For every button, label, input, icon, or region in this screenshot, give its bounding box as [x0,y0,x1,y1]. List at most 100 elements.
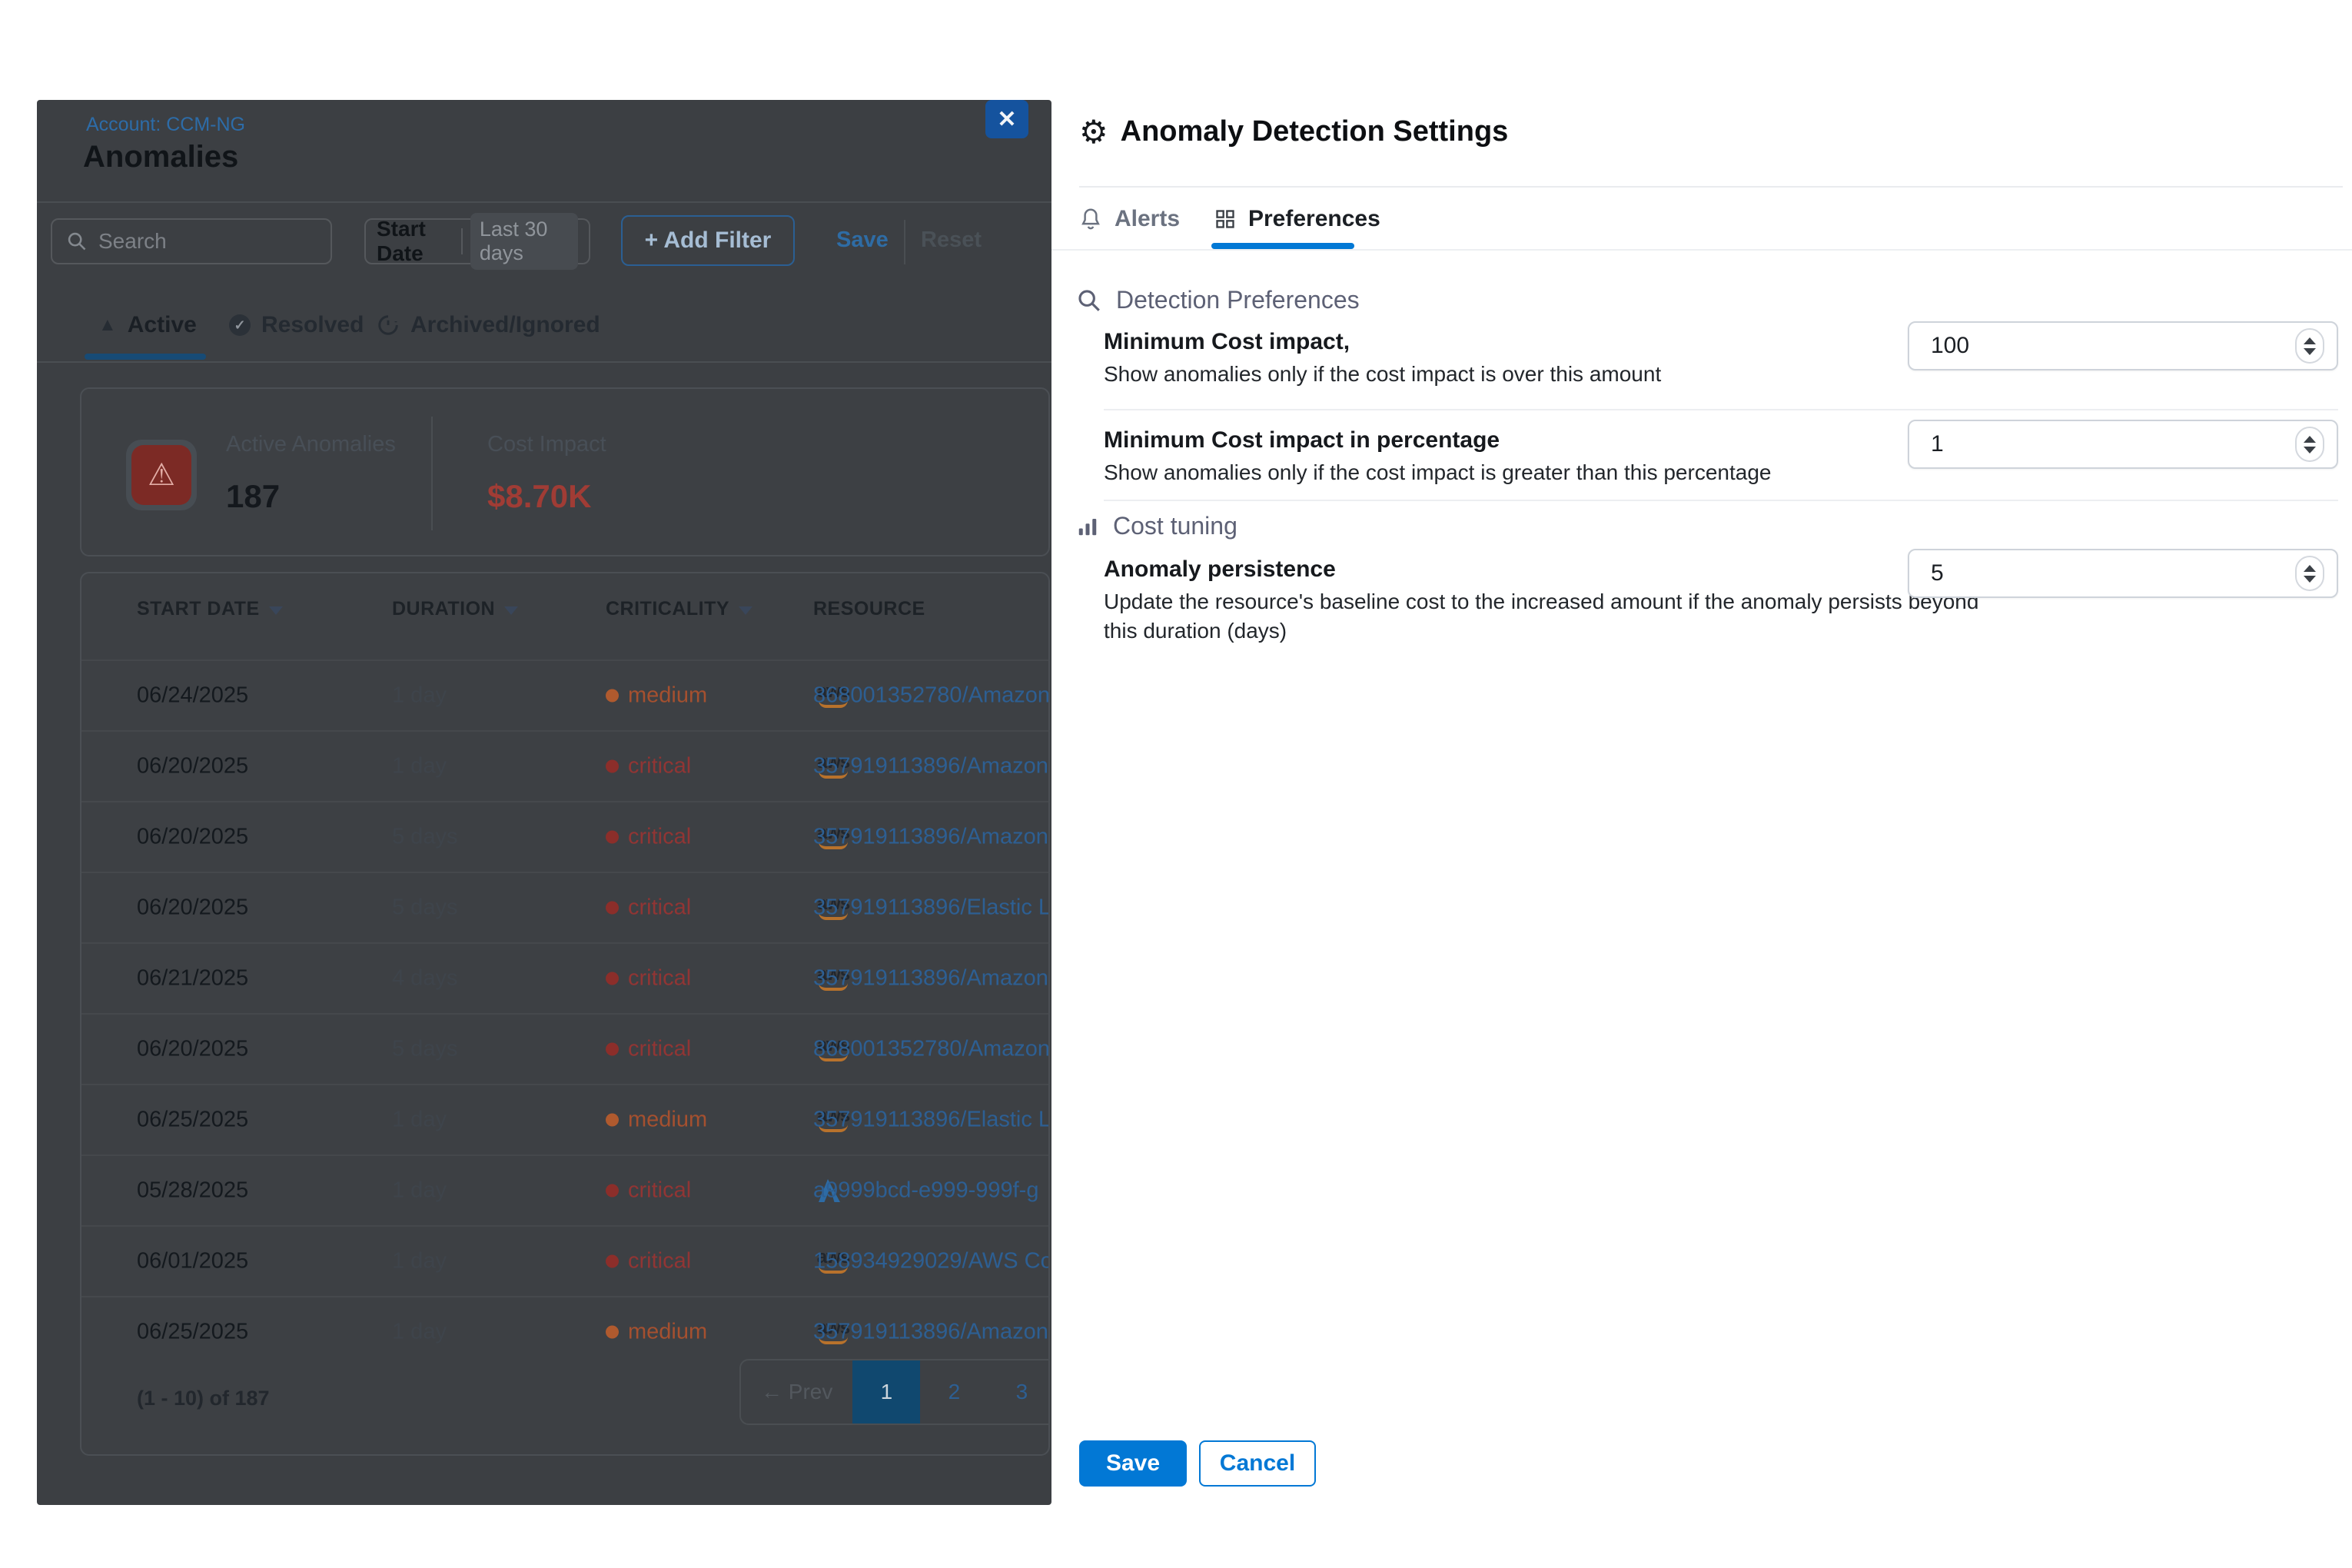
divider [1051,249,2352,251]
cell-start-date: 05/28/2025 [137,1178,248,1204]
search-placeholder: Search [98,229,167,254]
resource-link[interactable]: 357919113896/Amazon [813,754,1048,779]
min-cost-impact-input[interactable]: 100 [1908,321,2338,370]
table-row[interactable]: 05/28/2025 1 day critical aws a9999bcd-e… [81,1154,1048,1225]
anomalies-table-card: START DATE DURATION CRITICALITY RESOURCE… [80,572,1050,1456]
tab-active[interactable]: ▲ Active [98,312,197,338]
criticality-badge: medium [606,1108,707,1133]
criticality-label: critical [628,754,691,779]
stepper-control[interactable] [2295,328,2324,364]
start-date-filter[interactable]: Start Date Last 30 days [364,218,590,264]
magnifier-icon [1076,287,1102,314]
cell-start-date: 06/21/2025 [137,966,248,992]
column-header-criticality[interactable]: CRITICALITY [606,598,752,620]
step-down-icon [2304,447,2316,453]
filter-reset-button[interactable]: Reset [921,228,982,253]
table-row[interactable]: 06/24/2025 1 day medium aws 868001352780… [81,659,1048,730]
stepper-control[interactable] [2295,556,2324,591]
table-row[interactable]: 06/20/2025 1 day critical aws 3579191138… [81,730,1048,801]
input-value[interactable]: 1 [1931,431,2295,457]
criticality-label: medium [628,1320,707,1345]
tab-resolved[interactable]: ✓ Resolved [229,312,364,338]
table-body: 06/24/2025 1 day medium aws 868001352780… [81,659,1048,1367]
active-tab-indicator [1211,243,1354,249]
criticality-label: critical [628,1037,691,1062]
tab-label: Alerts [1115,206,1180,232]
check-circle-icon: ✓ [229,314,251,336]
account-breadcrumb-link[interactable]: Account: CCM-NG [86,114,245,136]
min-cost-impact-percentage-input[interactable]: 1 [1908,420,2338,469]
criticality-dot-icon [606,689,619,703]
resource-link[interactable]: 868001352780/Amazon [813,683,1050,709]
anomaly-persistence-input[interactable]: 5 [1908,549,2338,598]
step-up-icon [2304,436,2316,443]
tab-preferences[interactable]: Preferences [1214,206,1380,232]
criticality-label: medium [628,1108,707,1133]
cell-start-date: 06/20/2025 [137,895,248,921]
cancel-button[interactable]: Cancel [1199,1440,1316,1487]
resource-link[interactable]: 357919113896/Amazon [813,1320,1048,1345]
save-button[interactable]: Save [1079,1440,1187,1487]
criticality-dot-icon [606,902,619,915]
anomaly-detection-settings-panel: ⚙ Anomaly Detection Settings Alerts Pref… [1051,0,2352,1568]
bar-chart-icon [1076,515,1099,538]
active-anomalies-value: 187 [226,478,280,515]
tab-label: Active [128,312,197,338]
resource-link[interactable]: 357919113896/Elastic L [813,1108,1050,1133]
stepper-control[interactable] [2295,427,2324,462]
table-row[interactable]: 06/20/2025 5 days critical aws 868001352… [81,1013,1048,1084]
input-value[interactable]: 5 [1931,560,2295,586]
divider [461,228,463,254]
setting-label-anomaly-persistence: Anomaly persistence [1104,556,1336,583]
table-row[interactable]: 06/21/2025 4 days critical aws 357919113… [81,942,1048,1013]
cell-duration: 5 days [392,825,457,850]
cell-duration: 1 day [392,754,447,779]
cell-duration: 1 day [392,683,447,709]
sort-icon[interactable] [739,603,752,615]
criticality-label: critical [628,966,691,992]
table-row[interactable]: 06/25/2025 1 day medium aws 357919113896… [81,1084,1048,1154]
page-button-2[interactable]: 2 [920,1360,988,1423]
sort-icon[interactable] [269,603,283,615]
criticality-badge: critical [606,825,691,850]
page-button-3[interactable]: 3 [988,1360,1050,1423]
start-date-label: Start Date [377,217,453,266]
cost-impact-value: $8.70K [487,478,591,515]
criticality-dot-icon [606,831,619,844]
divider [1104,409,2338,410]
step-up-icon [2304,337,2316,344]
resource-link[interactable]: a9999bcd-e999-999f-g [813,1178,1038,1204]
add-filter-button[interactable]: + Add Filter [621,215,795,266]
filter-save-button[interactable]: Save [836,228,889,253]
input-value[interactable]: 100 [1931,333,2295,359]
section-detection-preferences: Detection Preferences [1076,286,1360,314]
sort-icon[interactable] [504,603,518,615]
criticality-dot-icon [606,1255,619,1268]
settings-title: Anomaly Detection Settings [1121,115,1509,148]
bell-icon [1079,207,1102,231]
resource-link[interactable]: 158934929029/AWS Co [813,1249,1050,1274]
cell-duration: 1 day [392,1249,447,1274]
resource-link[interactable]: 868001352780/Amazon [813,1037,1050,1062]
table-row[interactable]: 06/01/2025 1 day critical aws 1589349290… [81,1225,1048,1296]
resource-link[interactable]: 357919113896/Amazon [813,825,1048,850]
pagination: ← Prev 1 2 3 [739,1359,1050,1425]
grid-icon [1214,208,1236,230]
resource-link[interactable]: 357919113896/Elastic L [813,895,1050,921]
search-input[interactable]: Search [51,218,332,264]
cell-duration: 5 days [392,1037,457,1062]
column-header-resource: RESOURCE [813,598,925,620]
page-button-1[interactable]: 1 [852,1360,920,1423]
table-row[interactable]: 06/25/2025 1 day medium aws 357919113896… [81,1296,1048,1367]
close-button[interactable]: ✕ [985,100,1028,138]
column-header-start-date[interactable]: START DATE [137,598,283,620]
cell-start-date: 06/20/2025 [137,754,248,779]
prev-page-button[interactable]: ← Prev [741,1360,852,1423]
resource-link[interactable]: 357919113896/Amazon [813,966,1048,992]
gear-icon: ⚙ [1079,116,1108,148]
tab-alerts[interactable]: Alerts [1079,206,1180,232]
tab-archived-ignored[interactable]: Archived/Ignored [377,312,600,338]
column-header-duration[interactable]: DURATION [392,598,518,620]
table-row[interactable]: 06/20/2025 5 days critical aws 357919113… [81,872,1048,942]
table-row[interactable]: 06/20/2025 5 days critical aws 357919113… [81,801,1048,872]
